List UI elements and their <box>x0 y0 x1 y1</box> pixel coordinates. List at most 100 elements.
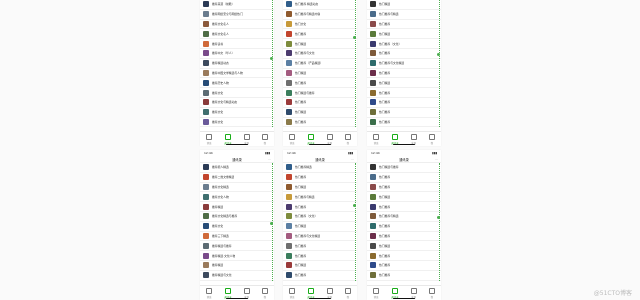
contact-row[interactable]: 热门推荐（文化） <box>283 212 357 222</box>
tab-item[interactable]: 我 <box>261 287 268 299</box>
contact-row[interactable]: 推荐历史人物 <box>200 78 274 89</box>
contact-row[interactable]: 热门精选 <box>283 183 357 193</box>
tab-item[interactable]: 我 <box>428 133 435 145</box>
more-options-icon[interactable]: ⋯ <box>435 157 438 161</box>
contact-row[interactable]: 推荐读书 <box>200 39 274 49</box>
contact-row[interactable]: 热门推荐 <box>367 98 441 108</box>
contact-row[interactable]: 推荐精选与推荐 <box>200 241 274 252</box>
tab-item[interactable]: 消息 <box>289 133 296 145</box>
contact-row[interactable]: 热门推荐 <box>367 251 441 261</box>
contact-row[interactable]: 热门推荐 <box>283 118 357 128</box>
tab-item[interactable]: 发现 <box>243 287 250 299</box>
contact-row[interactable]: 热门推荐 <box>283 202 357 212</box>
tab-item[interactable]: 发现 <box>410 287 417 299</box>
more-options-icon[interactable]: ⋯ <box>351 157 354 161</box>
tab-item[interactable]: 发现 <box>326 287 333 299</box>
contact-row[interactable]: 热门文化 <box>283 20 357 30</box>
contact-row[interactable]: 推荐能人精选 <box>200 163 274 173</box>
contact-row[interactable]: 热门精选与推荐 <box>283 88 357 98</box>
tab-item[interactable]: 消息 <box>373 133 380 145</box>
tab-item[interactable]: 发现 <box>326 133 333 145</box>
contact-row[interactable]: 热门推荐 <box>367 173 441 183</box>
contact-row[interactable]: 热门推荐 <box>367 49 441 59</box>
contact-row[interactable]: 热门推荐（产品精选） <box>283 59 357 69</box>
contact-row[interactable]: 热门推荐 <box>367 69 441 79</box>
tab-item[interactable]: 通讯录 <box>307 133 314 145</box>
contact-row[interactable]: 推荐来源（前瞻） <box>200 0 274 10</box>
contact-row[interactable]: 热门推荐 <box>367 108 441 118</box>
contact-row[interactable]: 热门精选 <box>283 222 357 232</box>
contact-row[interactable]: 推荐文化 <box>200 108 274 118</box>
contact-row[interactable]: 热门精选 <box>367 78 441 89</box>
contact-row[interactable]: 热门推荐 <box>367 183 441 193</box>
tab-item[interactable]: 我 <box>344 287 351 299</box>
contact-row[interactable]: 热门推荐与精选 <box>367 212 441 222</box>
tab-item[interactable]: 消息 <box>206 287 213 299</box>
tab-item[interactable]: 我 <box>428 287 435 299</box>
index-rail[interactable] <box>438 0 440 128</box>
contact-row[interactable]: 推荐精选·文化人物 <box>200 251 274 261</box>
contact-row[interactable]: 推荐精选与文化 <box>200 271 274 281</box>
contact-row[interactable]: 热门推荐与文化精选 <box>283 232 357 242</box>
contact-row[interactable]: 热门推荐 <box>367 222 441 232</box>
contact-row[interactable]: 热门推荐 <box>367 88 441 98</box>
tab-item[interactable]: 通讯录 <box>224 287 231 299</box>
contact-row[interactable]: 热门推荐 <box>367 271 441 281</box>
contact-row[interactable]: 热门精选 <box>367 0 441 10</box>
tab-item[interactable]: 通讯录 <box>224 133 231 145</box>
contact-row[interactable]: 热门推荐 <box>283 251 357 261</box>
index-rail[interactable] <box>354 163 356 281</box>
contact-row[interactable]: 热门精选 <box>283 108 357 118</box>
contact-row[interactable]: 热门精选 <box>283 261 357 271</box>
contact-row[interactable]: 热门精选 <box>367 192 441 203</box>
contact-row[interactable]: 热门精选 <box>367 241 441 252</box>
contact-row[interactable]: 热门推荐与精选 <box>283 192 357 203</box>
contact-row[interactable]: 推荐文化名人 <box>200 20 274 30</box>
index-rail[interactable] <box>354 0 356 128</box>
contact-row[interactable]: 推荐文化与精选动态 <box>200 98 274 108</box>
contact-row[interactable]: 热门推荐与文化 <box>283 49 357 59</box>
tab-item[interactable]: 发现 <box>243 133 250 145</box>
contact-row[interactable]: 热门推荐 <box>283 78 357 89</box>
contact-row[interactable]: 热门推荐 <box>283 98 357 108</box>
more-options-icon[interactable]: ⋯ <box>268 157 271 161</box>
tab-item[interactable]: 通讯录 <box>391 133 398 145</box>
contact-row[interactable]: 热门推荐精选 <box>283 163 357 173</box>
contact-row[interactable]: 推荐精选 <box>200 202 274 212</box>
contact-row[interactable]: 推荐文化 <box>200 88 274 98</box>
contact-row[interactable]: 热门推荐·精选动态 <box>283 0 357 10</box>
contact-row[interactable]: 推荐文化 <box>200 222 274 232</box>
tab-item[interactable]: 发现 <box>410 133 417 145</box>
tab-item[interactable]: 消息 <box>289 287 296 299</box>
contact-row[interactable]: 热门推荐 <box>367 232 441 242</box>
contact-row[interactable]: 热门推荐与文化精选 <box>367 59 441 69</box>
contact-row[interactable]: 热门推荐 <box>367 20 441 30</box>
contact-row[interactable]: 推荐文化名人 <box>200 29 274 40</box>
tab-item[interactable]: 我 <box>344 133 351 145</box>
contact-row[interactable]: 推荐精选 <box>200 261 274 271</box>
contact-row[interactable]: 推荐中国文学精选与人物 <box>200 69 274 79</box>
contact-row[interactable]: 推荐文化 <box>200 118 274 128</box>
tab-item[interactable]: 我 <box>261 133 268 145</box>
contact-row[interactable]: 热门精选与推荐 <box>367 163 441 173</box>
contact-row[interactable]: 热门推荐 <box>283 29 357 40</box>
contact-row[interactable]: 热门推荐 <box>283 173 357 183</box>
contact-row[interactable]: 推荐中文（华人） <box>200 49 274 59</box>
contact-row[interactable]: 推荐文化精选与推荐 <box>200 212 274 222</box>
tab-item[interactable]: 消息 <box>373 287 380 299</box>
contact-row[interactable]: 推荐文化精选 <box>200 183 274 193</box>
contact-row[interactable]: 热门推荐 <box>283 271 357 281</box>
contact-row[interactable]: 推荐文化人物 <box>200 192 274 203</box>
index-rail[interactable] <box>271 0 273 128</box>
contact-row[interactable]: 推荐精选动态 <box>200 59 274 69</box>
contact-row[interactable]: 热门推荐与精选 <box>367 10 441 20</box>
tab-item[interactable]: 通讯录 <box>307 287 314 299</box>
tab-item[interactable]: 通讯录 <box>391 287 398 299</box>
contact-row[interactable]: 热门推荐 <box>283 241 357 252</box>
contact-row[interactable]: 推荐三下精选 <box>200 232 274 242</box>
contact-row[interactable]: 热门推荐与精选内容 <box>283 10 357 20</box>
contact-row[interactable]: 热门精选 <box>283 39 357 49</box>
contact-row[interactable]: 热门推荐 <box>367 118 441 128</box>
contact-row[interactable]: 热门精选 <box>367 29 441 40</box>
tab-item[interactable]: 消息 <box>206 133 213 145</box>
